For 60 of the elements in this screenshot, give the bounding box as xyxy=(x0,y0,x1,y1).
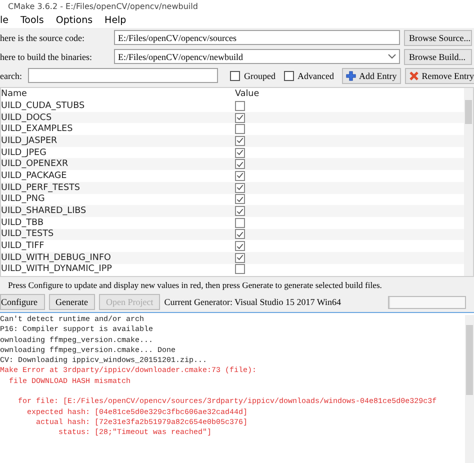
plus-icon xyxy=(346,70,356,80)
table-cell-text: UILD_CUDA_STUBS xyxy=(1,100,86,111)
checkbox[interactable] xyxy=(235,159,245,170)
window-title: CMake 3.6.2 - E:/Files/openCV/opencv/newbuild xyxy=(8,2,198,10)
checkbox[interactable] xyxy=(235,148,245,158)
checkbox[interactable] xyxy=(284,70,294,80)
source-path-field[interactable]: E:/Files/openCV/opencv/sources xyxy=(114,30,400,45)
hint-text: Press Configure to update and display new values in red, then press Generate to generate selected build files. xyxy=(7,279,383,292)
checkbox[interactable] xyxy=(235,100,245,111)
scrollbar[interactable] xyxy=(465,315,474,463)
browse-source-button[interactable]: Browse Source... xyxy=(404,30,472,46)
table-cell-text: UILD_OPENEXR xyxy=(1,159,70,170)
checkbox[interactable] xyxy=(235,252,245,263)
table-cell-text: UILD_TESTS xyxy=(1,229,55,240)
build-path-combo[interactable]: E:/Files/openCV/opencv/newbuild xyxy=(114,49,400,64)
remove-entry-button[interactable]: Remove Entry xyxy=(404,68,474,84)
checkbox-label: Grouped xyxy=(244,70,276,80)
checkbox-label: Advanced xyxy=(298,70,334,80)
checkbox[interactable] xyxy=(235,182,245,193)
action-button[interactable]: Generate xyxy=(48,294,95,310)
browse-build-button[interactable]: Browse Build... xyxy=(404,48,472,64)
checkbox[interactable] xyxy=(230,70,240,80)
table-cell-text: UILD_PACKAGE xyxy=(1,170,68,181)
checkbox[interactable] xyxy=(235,206,245,216)
checkbox[interactable] xyxy=(235,229,245,240)
add-entry-button[interactable]: Add Entry xyxy=(342,68,401,84)
table-cell-text: UILD_WITH_DEBUG_INFO xyxy=(1,252,112,263)
table-cell-text: UILD_PERF_TESTS xyxy=(1,182,82,193)
table-cell-text: UILD_WITH_DYNAMIC_IPP xyxy=(1,264,113,274)
column-header: Name xyxy=(1,89,28,99)
table-cell-text: UILD_SHARED_LIBS xyxy=(1,206,88,216)
checkbox[interactable] xyxy=(235,170,245,181)
table-cell-text: UILD_PNG xyxy=(1,194,46,204)
table-cell-text: UILD_TBB xyxy=(1,218,45,228)
table-cell-text: UILD_JASPER xyxy=(1,136,58,146)
table-cell-text: UILD_TIFF xyxy=(1,241,46,252)
field-label: here is the source code: xyxy=(0,32,86,42)
table-cell-text: UILD_DOCS xyxy=(1,112,53,123)
scrollbar[interactable] xyxy=(464,88,473,276)
checkbox[interactable] xyxy=(235,136,245,146)
menu-item[interactable]: Options xyxy=(56,14,93,26)
cross-icon xyxy=(408,70,419,80)
search-label: earch: xyxy=(0,70,23,80)
chevron-down-icon xyxy=(388,54,396,59)
column-header: Value xyxy=(235,89,260,99)
table-cell-text: UILD_EXAMPLES xyxy=(1,124,74,134)
search-field[interactable] xyxy=(28,68,218,83)
generator-label: Current Generator: Visual Studio 15 2017 Win64 xyxy=(164,297,341,307)
field-label: here to build the binaries: xyxy=(0,52,93,62)
checkbox[interactable] xyxy=(235,124,245,134)
checkbox[interactable] xyxy=(235,264,245,274)
checkbox[interactable] xyxy=(235,112,245,123)
action-button[interactable]: Configure xyxy=(0,294,44,310)
checkbox[interactable] xyxy=(235,194,245,204)
table-cell-text: UILD_JPEG xyxy=(1,148,48,158)
checkbox[interactable] xyxy=(235,241,245,252)
checkbox[interactable] xyxy=(235,218,245,228)
menu-item[interactable]: Help xyxy=(104,14,126,26)
menu-item[interactable]: le xyxy=(0,14,8,26)
menu-item[interactable]: Tools xyxy=(20,14,44,26)
